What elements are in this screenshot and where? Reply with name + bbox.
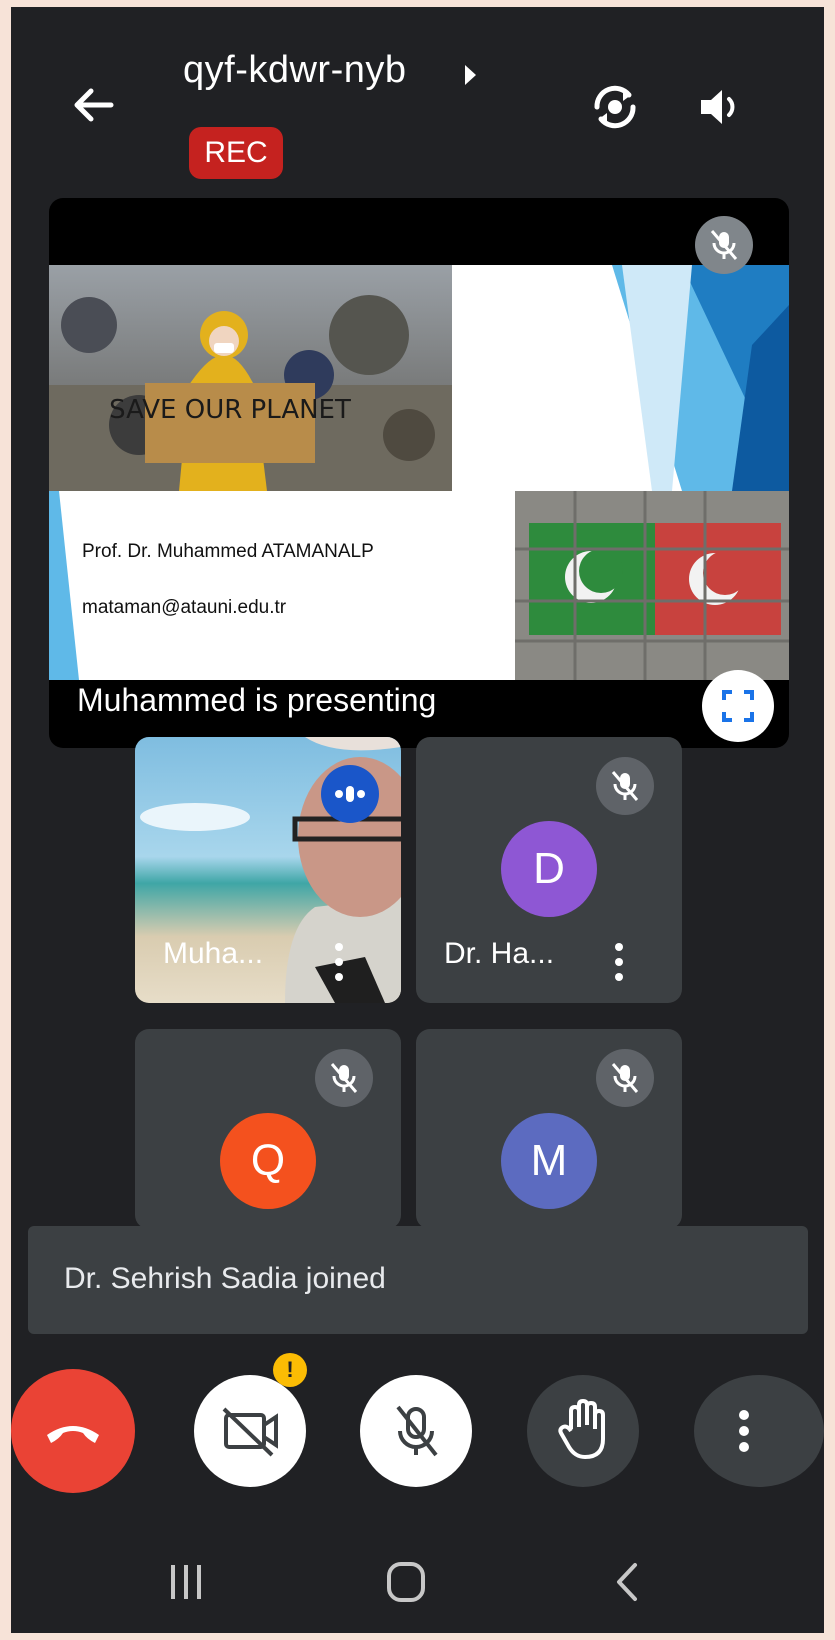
raise-hand-button[interactable] <box>527 1375 639 1487</box>
notification-text: Dr. Sehrish Sadia joined <box>64 1262 386 1295</box>
slide-photo-save-planet: SAVE OUR PLANET <box>49 265 452 491</box>
camera-switch-icon <box>594 85 636 129</box>
mic-off-icon <box>611 1063 639 1093</box>
slide-email: mataman@atauni.edu.tr <box>82 597 287 618</box>
speaking-indicator-icon <box>321 765 379 823</box>
slide-decoration <box>612 265 789 491</box>
mic-off-icon <box>396 1405 438 1457</box>
participant-tile-q[interactable]: Q <box>135 1029 401 1229</box>
recording-badge: REC <box>189 127 283 179</box>
participant-mic-off-badge <box>596 1049 654 1107</box>
meet-screen: qyf-kdwr-nyb REC SAVE OUR PLANET Prof. D… <box>11 7 824 1633</box>
home-icon[interactable] <box>381 1557 431 1607</box>
participant-mic-off-badge <box>315 1049 373 1107</box>
back-button[interactable] <box>67 79 119 131</box>
presentation-slide: SAVE OUR PLANET Prof. Dr. Muhammed ATAMA… <box>49 265 789 680</box>
participant-name: Muha... <box>163 937 264 970</box>
system-navigation-bar <box>11 1537 824 1633</box>
poster-text: SAVE OUR PLANET <box>109 395 351 425</box>
join-notification: Dr. Sehrish Sadia joined <box>28 1226 808 1334</box>
switch-camera-button[interactable] <box>587 79 643 135</box>
presenter-mic-off-badge <box>695 216 753 274</box>
back-nav-icon[interactable] <box>603 1557 653 1607</box>
microphone-toggle-button[interactable] <box>360 1375 472 1487</box>
more-vert-icon <box>739 1410 749 1452</box>
slide-photo-flags <box>515 491 789 680</box>
hand-icon <box>558 1399 605 1459</box>
mic-off-icon <box>611 771 639 801</box>
participant-mic-off-badge <box>596 757 654 815</box>
avatar: M <box>501 1113 597 1209</box>
more-options-icon[interactable] <box>613 943 625 983</box>
participant-tile-video[interactable]: Muha... <box>135 737 401 1003</box>
camera-toggle-button[interactable] <box>194 1375 306 1487</box>
fullscreen-icon <box>722 690 754 722</box>
avatar: Q <box>220 1113 316 1209</box>
participant-name: Dr. Ha... <box>444 937 555 970</box>
volume-icon <box>701 90 735 124</box>
mic-off-icon <box>330 1063 358 1093</box>
avatar: D <box>501 821 597 917</box>
participant-tile-m[interactable]: M <box>416 1029 682 1229</box>
camera-off-icon <box>222 1407 278 1457</box>
camera-warning-badge: ! <box>273 1353 307 1387</box>
presentation-tile[interactable]: SAVE OUR PLANET Prof. Dr. Muhammed ATAMA… <box>49 198 789 748</box>
arrow-back-icon <box>74 88 114 122</box>
speaker-button[interactable] <box>691 79 747 135</box>
call-header: qyf-kdwr-nyb REC <box>11 7 824 197</box>
caret-right-icon[interactable] <box>465 65 476 85</box>
call-controls: ! <box>11 1353 824 1515</box>
fullscreen-button[interactable] <box>702 670 774 742</box>
slide-name: Prof. Dr. Muhammed ATAMANALP <box>82 541 374 562</box>
meeting-code[interactable]: qyf-kdwr-nyb <box>183 49 407 92</box>
hang-up-icon <box>47 1426 99 1443</box>
more-options-icon[interactable] <box>333 943 345 983</box>
more-options-button[interactable] <box>694 1375 824 1487</box>
presenting-label: Muhammed is presenting <box>77 682 437 718</box>
participant-tile-d[interactable]: D Dr. Ha... <box>416 737 682 1003</box>
mic-off-icon <box>710 230 738 260</box>
recent-apps-icon[interactable] <box>161 1557 211 1607</box>
end-call-button[interactable] <box>11 1369 135 1493</box>
